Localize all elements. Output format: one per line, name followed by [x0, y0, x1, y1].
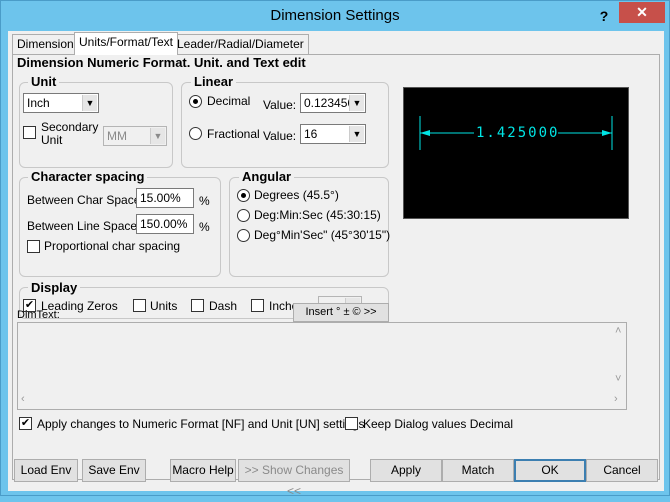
- save-env-button[interactable]: Save Env: [82, 459, 146, 482]
- arrowhead-right-icon: [602, 130, 612, 136]
- secondary-unit-checkbox[interactable]: [23, 126, 36, 139]
- tab-units-format-text[interactable]: Units/Format/Text: [74, 32, 179, 55]
- degminsec-label: Deg:Min:Sec (45:30:15): [254, 208, 381, 222]
- arrowhead-left-icon: [420, 130, 430, 136]
- display-title: Display: [28, 280, 81, 295]
- chevron-down-icon: ▼: [349, 126, 364, 142]
- between-char-label: Between Char Space:: [27, 193, 144, 207]
- apply-button[interactable]: Apply: [370, 459, 442, 482]
- dimtext-label-text: DimText:: [17, 309, 60, 321]
- decimal-label: Decimal: [207, 94, 251, 108]
- help-button[interactable]: ?: [593, 5, 615, 27]
- dash-checkbox[interactable]: [191, 299, 204, 312]
- degrees-label: Degrees (45.5°): [254, 188, 339, 202]
- tab-dimension[interactable]: Dimension: [12, 34, 79, 54]
- between-line-input[interactable]: 150.00%: [136, 214, 194, 234]
- degminsec-symbol-radio[interactable]: [237, 229, 250, 242]
- keep-decimal-label: Keep Dialog values Decimal: [363, 417, 514, 431]
- tab-leader-radial-diameter[interactable]: Leader/Radial/Diameter: [172, 34, 309, 54]
- window-title: Dimension Settings: [270, 7, 400, 24]
- fractional-value: 16: [304, 127, 318, 141]
- decimal-value-label: Value:: [263, 98, 297, 112]
- angular-title: Angular: [239, 169, 295, 184]
- secondary-unit-label: Secondary Unit: [41, 121, 98, 147]
- unit-select[interactable]: Inch ▼: [23, 93, 99, 113]
- secondary-label-line2: Unit: [41, 133, 63, 147]
- scroll-down-icon[interactable]: ˅: [615, 373, 621, 385]
- panel-heading: Dimension Numeric Format. Unit. and Text…: [17, 55, 306, 70]
- show-changes-button[interactable]: >> Show Changes <<: [238, 459, 350, 498]
- decimal-radio[interactable]: [189, 95, 202, 108]
- proportional-checkbox[interactable]: [27, 240, 40, 253]
- between-line-percent: %: [199, 220, 210, 234]
- scroll-up-icon[interactable]: ˄: [615, 325, 621, 337]
- linear-group-title: Linear: [191, 74, 237, 89]
- dimtext-textarea[interactable]: ‹ › ˄ ˅: [17, 322, 627, 410]
- degrees-radio[interactable]: [237, 189, 250, 202]
- keep-decimal-checkbox[interactable]: [345, 417, 358, 430]
- between-line-label: Between Line Space:: [27, 219, 141, 233]
- load-env-button[interactable]: Load Env: [14, 459, 78, 482]
- character-spacing-title: Character spacing: [28, 169, 148, 184]
- fractional-label: Fractional: [207, 127, 260, 141]
- unit-select-value: Inch: [27, 96, 50, 110]
- degminsec-radio[interactable]: [237, 209, 250, 222]
- units-format-text-panel: Dimension Numeric Format. Unit. and Text…: [12, 54, 660, 480]
- chevron-down-icon: ▼: [349, 95, 364, 111]
- unit-group-title: Unit: [28, 74, 60, 89]
- cancel-button[interactable]: Cancel: [586, 459, 658, 482]
- between-char-input[interactable]: 15.00%: [136, 188, 194, 208]
- ok-button[interactable]: OK: [514, 459, 586, 482]
- dimension-preview: 1.425000: [403, 87, 629, 219]
- scroll-right-icon[interactable]: ›: [614, 393, 618, 405]
- secondary-unit-value: MM: [107, 129, 127, 143]
- proportional-label: Proportional char spacing: [44, 239, 181, 253]
- between-char-percent: %: [199, 194, 210, 208]
- fractional-value-select[interactable]: 16 ▼: [300, 124, 366, 144]
- degminsec-symbol-label: Deg°Min'Sec" (45°30'15"): [254, 228, 391, 242]
- close-button[interactable]: ✕: [619, 2, 665, 23]
- units-checkbox[interactable]: [133, 299, 146, 312]
- inches-checkbox[interactable]: [251, 299, 264, 312]
- dialog-client: Dimension Units/Format/Text Leader/Radia…: [8, 31, 664, 498]
- apply-changes-checkbox[interactable]: ✔: [19, 417, 32, 430]
- preview-dimension-text: 1.425000: [476, 125, 560, 141]
- fractional-radio[interactable]: [189, 127, 202, 140]
- match-button[interactable]: Match: [442, 459, 514, 482]
- dimension-settings-window: Dimension Settings ? ✕ Dimension Units/F…: [0, 0, 670, 498]
- secondary-unit-select[interactable]: MM ▼: [103, 126, 167, 146]
- decimal-value: 0.123456: [304, 96, 355, 110]
- fractional-value-label: Value:: [263, 129, 297, 143]
- chevron-down-icon: ▼: [150, 128, 165, 144]
- dimension-preview-drawing: [419, 116, 613, 150]
- insert-symbols-button[interactable]: Insert ° ± © >>: [293, 303, 389, 322]
- apply-changes-label: Apply changes to Numeric Format [NF] and…: [37, 417, 365, 431]
- chevron-down-icon: ▼: [82, 95, 97, 111]
- scroll-left-icon[interactable]: ‹: [21, 393, 25, 405]
- macro-help-button[interactable]: Macro Help: [170, 459, 236, 482]
- dash-label: Dash: [209, 299, 238, 313]
- decimal-value-select[interactable]: 0.123456 ▼: [300, 93, 366, 113]
- units-label: Units: [150, 299, 178, 313]
